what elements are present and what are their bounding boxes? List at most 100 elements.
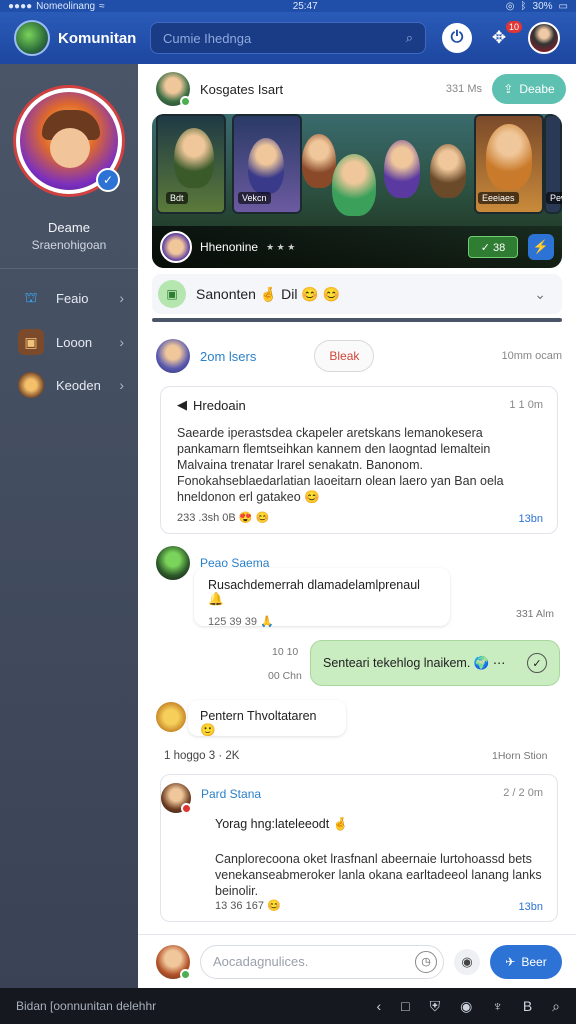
status-dot (181, 803, 192, 814)
attach-icon[interactable]: ◉ (454, 948, 480, 975)
sidebar-item-label: Looon (56, 334, 93, 350)
day-time: 1Horn Stion (492, 750, 548, 762)
profile-name: Deame (48, 220, 90, 235)
share-icon: ⇪ (503, 82, 514, 96)
group-name[interactable]: 2om lsers (200, 349, 256, 364)
chat-icon[interactable]: ◉ (460, 998, 472, 1015)
announcement-line: Saearde iperastsdea ckapeler aretskans l… (177, 426, 483, 440)
announcement-meta: 1 1 0m (509, 399, 543, 411)
send-label: Beer (521, 954, 547, 969)
profile-status: Sraenohigoan (31, 238, 107, 252)
send-icon: ✈ (505, 954, 516, 969)
send-button[interactable]: ✈ Beer (490, 944, 562, 979)
block-button[interactable]: Bleak (314, 340, 375, 372)
message-text: Pentern Thvoltataren 🙂 (200, 709, 317, 737)
back-icon[interactable]: ‹ (376, 998, 381, 1014)
user-avatar[interactable] (528, 22, 560, 54)
search-icon[interactable]: ⌕ (406, 30, 413, 46)
post-author-avatar[interactable] (156, 72, 191, 107)
controller-icon: ✥ (491, 28, 507, 47)
banner-rating: ★ ★ ★ (266, 241, 296, 252)
battery-icon: ▭ (558, 0, 568, 12)
avatar-face (50, 128, 90, 168)
message-author-avatar[interactable] (156, 546, 190, 580)
message-meta: 125 39 39 🙏 (208, 616, 274, 628)
banner-author-avatar[interactable] (160, 231, 192, 263)
app-title: Komunitan (58, 29, 137, 47)
bold-icon[interactable]: B (523, 998, 532, 1014)
feed: Kosgates Isart 331 Ms ⇪ Deabe Bdt Vekcn E… (138, 64, 576, 934)
sidebar-item-feaio[interactable]: ⛫ Feaio › (0, 280, 138, 316)
reaction-text: Sanonten 🤞 Dil 😊 😊 (196, 285, 341, 302)
message-text: Rusachdemerrah dlamadelamlprenaul 🔔 (208, 578, 420, 606)
announcement-body: Saearde iperastsdea ckapeler aretskans l… (177, 425, 504, 505)
notifications-button[interactable]: ✥ 10 (484, 21, 522, 53)
banner-tag: Vekcn (238, 192, 271, 204)
bluetooth-icon: ᛒ (520, 0, 527, 12)
reply-author-avatar[interactable] (161, 783, 192, 814)
search-input[interactable] (163, 30, 383, 46)
status-bar: ●●●● Nomeolinang ≈ 25:47 ◎ ᛒ 30% ▭ (0, 0, 576, 12)
hero-figure (174, 128, 214, 188)
banner-footer: Hhenonine ★ ★ ★ ✓ 38 ⚡ (152, 226, 562, 268)
announcement-line: Fonokahseblaedarlatian laoeitarn olean l… (177, 474, 504, 488)
reply-author[interactable]: Pard Stana (201, 787, 261, 801)
signal-icon: ●●●● (8, 0, 33, 12)
game-banner[interactable]: Bdt Vekcn Eeeiaes Pew Hhenonine ★ ★ ★ ✓ … (152, 114, 562, 268)
announcement-footer: 233 .3sh 0B 😍 😊 (177, 512, 270, 524)
message-bubble[interactable]: Rusachdemerrah dlamadelamlprenaul 🔔 125 … (194, 568, 450, 628)
carrier-label: Nomeolinang (36, 0, 96, 12)
verified-icon: ✓ (96, 168, 120, 192)
location-icon: ◎ (505, 0, 515, 12)
banner-author: Hhenonine (200, 240, 259, 254)
chevron-right-icon: › (119, 334, 124, 350)
outgoing-time: 10 10 (272, 646, 299, 658)
announcement-link[interactable]: 13bn (519, 513, 543, 525)
share-button[interactable]: ⇪ Deabe (492, 74, 566, 104)
message-input[interactable] (213, 954, 403, 969)
message-input-wrap[interactable]: ◷ (200, 944, 444, 979)
announcement-title: Hredoain (193, 397, 246, 413)
sidebar-divider (0, 268, 138, 269)
banner-tag: Bdt (166, 192, 188, 204)
reply-line: beinolir. (215, 884, 259, 898)
home-icon[interactable]: □ (401, 998, 409, 1014)
reply-meta: 2 / 2 0m (503, 787, 543, 799)
announcement-line: Malvaina trenatar lrarel senakatn. Banon… (177, 458, 423, 472)
outgoing-message[interactable]: Senteari tekehlog lnaikem. 🌍 ⋯ ✓ (310, 640, 560, 686)
section-divider (152, 318, 562, 322)
search-bar[interactable]: ⌕ (150, 22, 426, 54)
timer-icon[interactable]: ◷ (415, 950, 437, 973)
clock: 25:47 (292, 0, 318, 12)
clan-icon (18, 372, 44, 398)
shield-icon[interactable]: ⛨ (430, 998, 441, 1015)
outgoing-status: 00 Chn (268, 670, 302, 682)
trophy-icon[interactable]: ♆ (492, 998, 503, 1014)
wifi-icon: ≈ (99, 0, 105, 12)
system-nav-bar: Bidan [oonnunitan delehhr ‹ □ ⛨ ◉ ♆ B ⌕ (0, 988, 576, 1024)
banner-action-icon[interactable]: ⚡ (528, 234, 554, 260)
system-caption: Bidan [oonnunitan delehhr (16, 999, 157, 1013)
banner-count[interactable]: ✓ 38 (468, 236, 518, 258)
chevron-down-icon[interactable]: ⌄ (534, 286, 546, 303)
post-header: Kosgates Isart 331 Ms ⇪ Deabe (156, 72, 566, 107)
power-icon[interactable]: ⏻ (442, 23, 472, 53)
announcement-line: hneldonon erl gatakeo 😊 (177, 490, 320, 504)
hero-figure (430, 144, 466, 198)
sidebar-item-keoden[interactable]: Keoden › (0, 367, 138, 403)
group-meta: 10mm ocam (501, 350, 562, 362)
announcement-header: ◀ Hredoain (177, 397, 246, 413)
online-indicator (180, 968, 191, 980)
post-title: Kosgates Isart (200, 81, 284, 97)
chevron-right-icon: › (119, 377, 124, 393)
sidebar-item-label: Feaio (56, 290, 89, 306)
message-bubble[interactable]: Pentern Thvoltataren 🙂 (188, 700, 346, 737)
composer-avatar[interactable] (156, 944, 191, 980)
sidebar-item-looon[interactable]: ▣ Looon › (0, 324, 138, 360)
group-avatar[interactable] (156, 339, 190, 373)
emoji-avatar[interactable] (156, 702, 186, 732)
announcement-card: ◀ Hredoain 1 1 0m Saearde iperastsdea cka… (160, 386, 558, 534)
reaction-row[interactable]: ▣ Sanonten 🤞 Dil 😊 😊 ⌄ (152, 274, 562, 314)
search-icon[interactable]: ⌕ (552, 998, 560, 1015)
reply-link[interactable]: 13bn (519, 901, 543, 913)
